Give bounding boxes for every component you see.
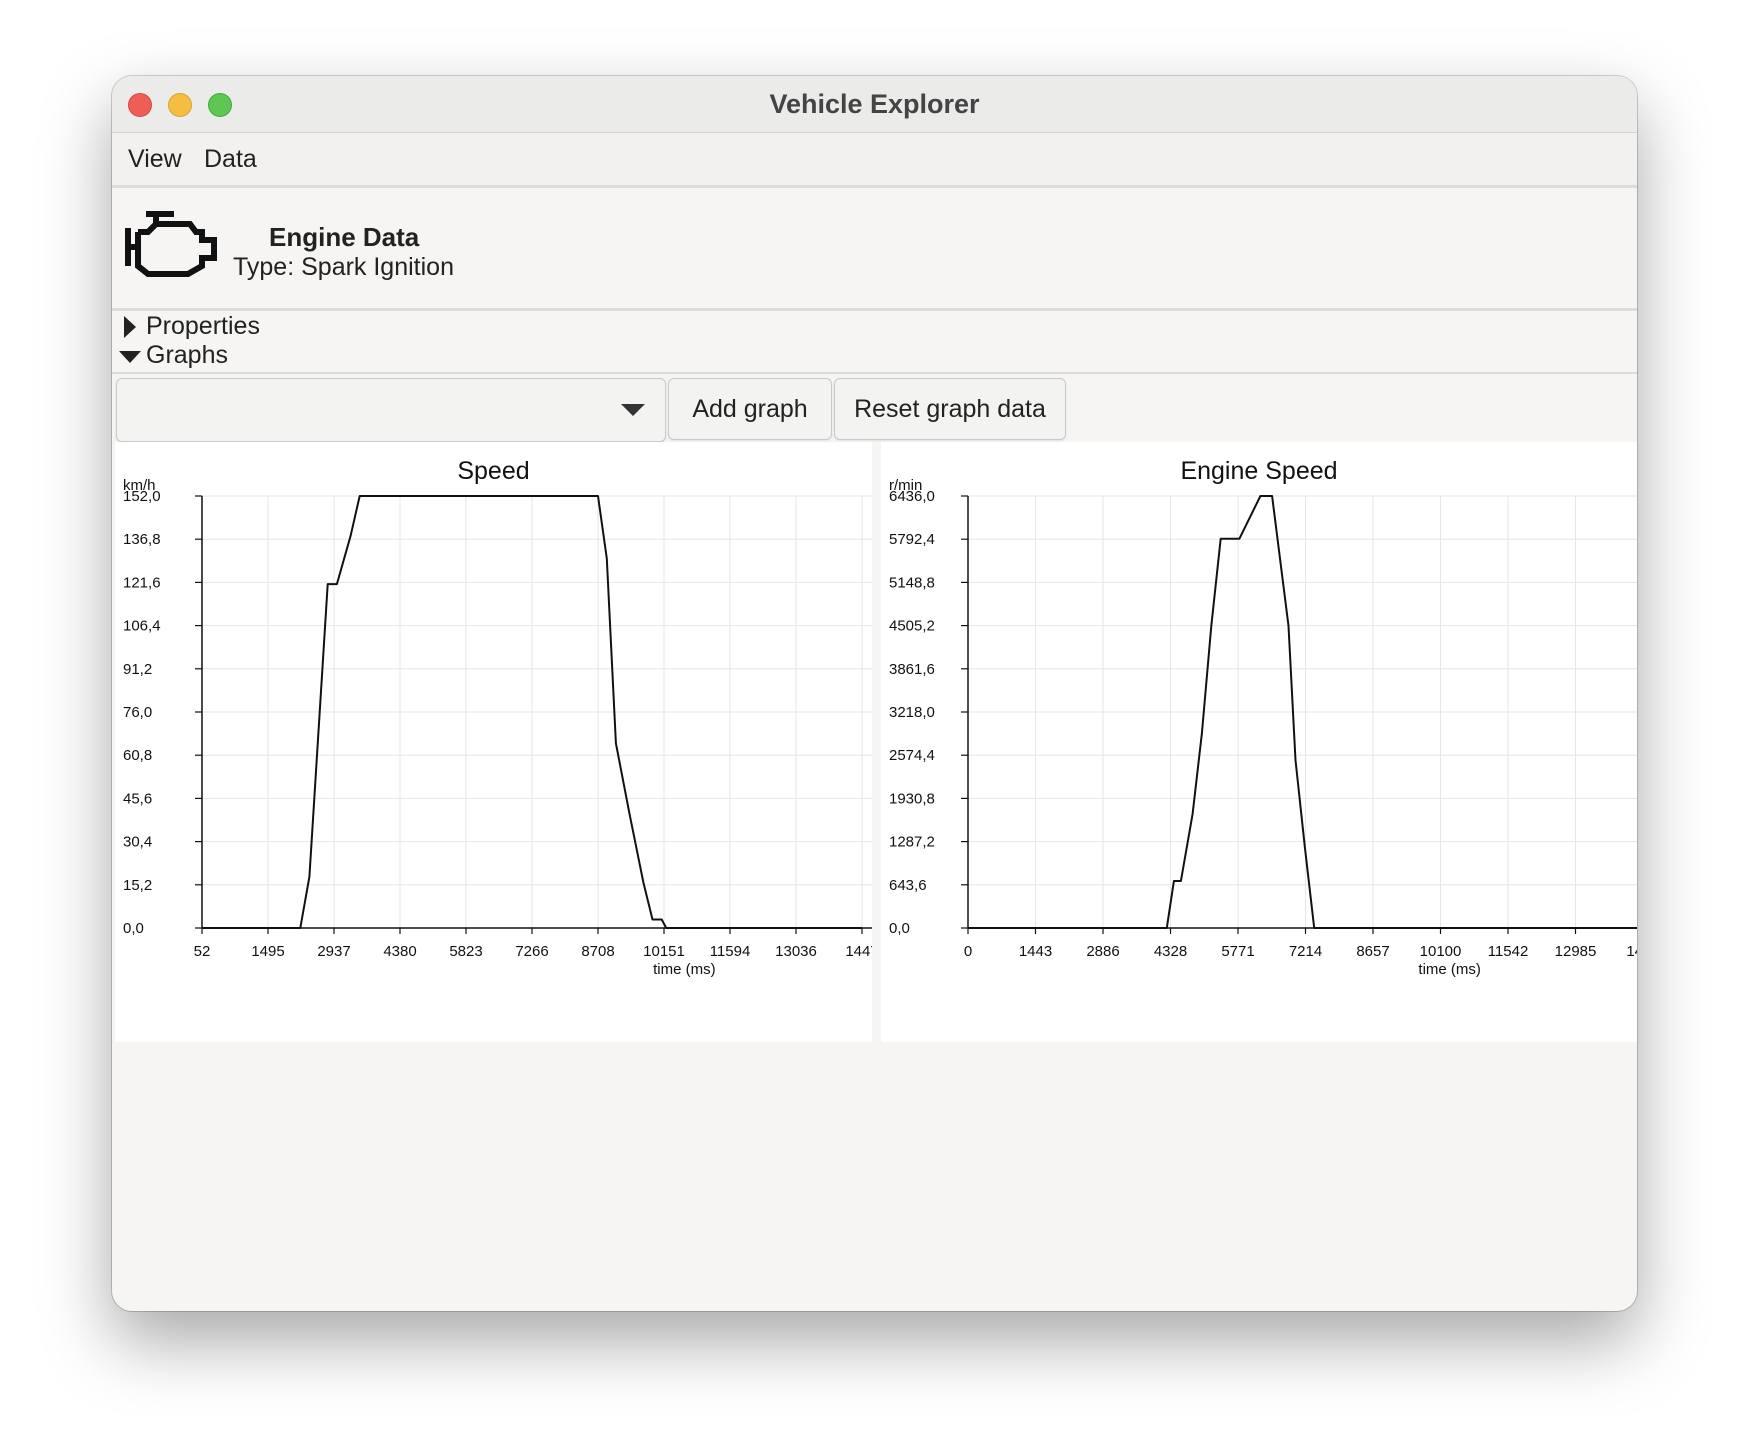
speed-x-tick-label: 11594 <box>710 943 751 960</box>
speed-y-tick-label: 91,2 <box>123 661 152 678</box>
properties-section-toggle[interactable]: Properties <box>112 310 1637 342</box>
speed-x-tick-label: 5823 <box>449 943 482 960</box>
engine-speed-x-tick-label: 8657 <box>1356 943 1389 960</box>
add-graph-button[interactable]: Add graph <box>668 378 832 440</box>
engine-speed-y-tick-label: 3218,0 <box>889 704 935 721</box>
component-header: Engine Data Type: Spark Ignition <box>112 188 1637 311</box>
graphs-label: Graphs <box>146 341 228 369</box>
type-value: Spark Ignition <box>301 253 454 281</box>
reset-graph-data-button[interactable]: Reset graph data <box>834 378 1066 440</box>
speed-y-tick-label: 76,0 <box>123 704 152 721</box>
engine-speed-x-tick-label: 5771 <box>1221 943 1254 960</box>
speed-chart-panel: Speed km/h 52 1495 2937 4380 5823 7266 8708 10151… <box>115 442 872 1042</box>
engine-speed-x-tick-label: 1442 <box>1626 943 1637 960</box>
speed-y-tick-label: 45,6 <box>123 790 152 807</box>
graph-select-combo[interactable] <box>116 378 666 442</box>
engine-speed-chart-panel: Engine Speed r/min 0 1443 2886 4328 5771 7214 86… <box>881 442 1637 1042</box>
speed-y-tick-label: 106,4 <box>123 618 161 635</box>
type-label: Type: <box>233 253 295 281</box>
menu-data[interactable]: Data <box>204 145 257 174</box>
speed-x-tick-label: 4380 <box>383 943 416 960</box>
engine-speed-chart-title: Engine Speed <box>1180 457 1337 485</box>
engine-speed-x-tick-label: 4328 <box>1154 943 1187 960</box>
speed-y-tick-label: 30,4 <box>123 834 152 851</box>
graph-toolbar: Add graph Reset graph data <box>112 372 1637 442</box>
engine-speed-x-tick-label: 12985 <box>1555 943 1597 960</box>
engine-speed-chart: Engine Speedr/min0 1443 2886 4328 5771 7214 86… <box>889 457 1637 978</box>
expand-arrow-icon <box>124 316 136 338</box>
component-type: Type: Spark Ignition <box>233 253 454 282</box>
speed-y-tick-label: 121,6 <box>123 574 161 591</box>
engine-speed-x-tick-label: 11542 <box>1488 943 1529 960</box>
properties-label: Properties <box>146 312 260 340</box>
engine-speed-x-tick-label: 1443 <box>1019 943 1052 960</box>
engine-speed-y-tick-label: 643,6 <box>889 877 927 894</box>
window-title: Vehicle Explorer <box>769 89 980 119</box>
speed-x-tick-label: 13036 <box>775 943 817 960</box>
speed-x-tick-label: 7266 <box>515 943 548 960</box>
speed-chart: Speedkm/h52 1495 2937 4380 5823 7266 8708 10151… <box>123 457 872 978</box>
engine-speed-y-tick-label: 2574,4 <box>889 747 935 764</box>
speed-x-tick-label: 1447 <box>845 943 872 960</box>
engine-speed-x-tick-label: 0 <box>964 943 972 960</box>
speed-y-tick-label: 60,8 <box>123 747 152 764</box>
engine-speed-y-tick-label: 0,0 <box>889 920 910 937</box>
engine-speed-y-tick-label: 1930,8 <box>889 790 935 807</box>
title-bar: Vehicle Explorer <box>112 76 1637 133</box>
speed-x-tick-label: 1495 <box>251 943 284 960</box>
engine-speed-y-tick-label: 5148,8 <box>889 574 935 591</box>
menu-bar: View Data <box>112 133 1637 188</box>
engine-speed-x-axis-label: time (ms) <box>1418 961 1481 978</box>
speed-x-tick-label: 2937 <box>317 943 350 960</box>
speed-x-axis-label: time (ms) <box>653 961 716 978</box>
dropdown-arrow-icon <box>621 404 645 416</box>
engine-speed-y-tick-label: 1287,2 <box>889 834 935 851</box>
speed-y-tick-label: 0,0 <box>123 920 144 937</box>
engine-speed-y-tick-label: 4505,2 <box>889 618 935 635</box>
engine-speed-y-tick-label: 3861,6 <box>889 661 935 678</box>
engine-icon <box>125 211 217 277</box>
engine-speed-x-tick-label: 2886 <box>1086 943 1119 960</box>
collapse-arrow-icon <box>119 351 141 363</box>
speed-y-tick-label: 136,8 <box>123 531 161 548</box>
engine-speed-x-tick-label: 7214 <box>1289 943 1322 960</box>
engine-speed-y-tick-label: 5792,4 <box>889 531 935 548</box>
component-title: Engine Data <box>269 222 420 252</box>
engine-speed-x-tick-label: 10100 <box>1420 943 1462 960</box>
speed-x-tick-label: 8708 <box>581 943 614 960</box>
speed-chart-title: Speed <box>457 457 529 485</box>
app-window: Vehicle Explorer View Data Engine Data T… <box>112 76 1637 1311</box>
speed-y-tick-label: 152,0 <box>123 488 161 505</box>
engine-speed-y-tick-label: 6436,0 <box>889 488 935 505</box>
speed-y-tick-label: 15,2 <box>123 877 152 894</box>
graphs-section-toggle[interactable]: Graphs <box>112 339 1637 371</box>
speed-x-tick-label: 52 <box>194 943 211 960</box>
menu-view[interactable]: View <box>128 145 182 174</box>
speed-x-tick-label: 10151 <box>643 943 685 960</box>
